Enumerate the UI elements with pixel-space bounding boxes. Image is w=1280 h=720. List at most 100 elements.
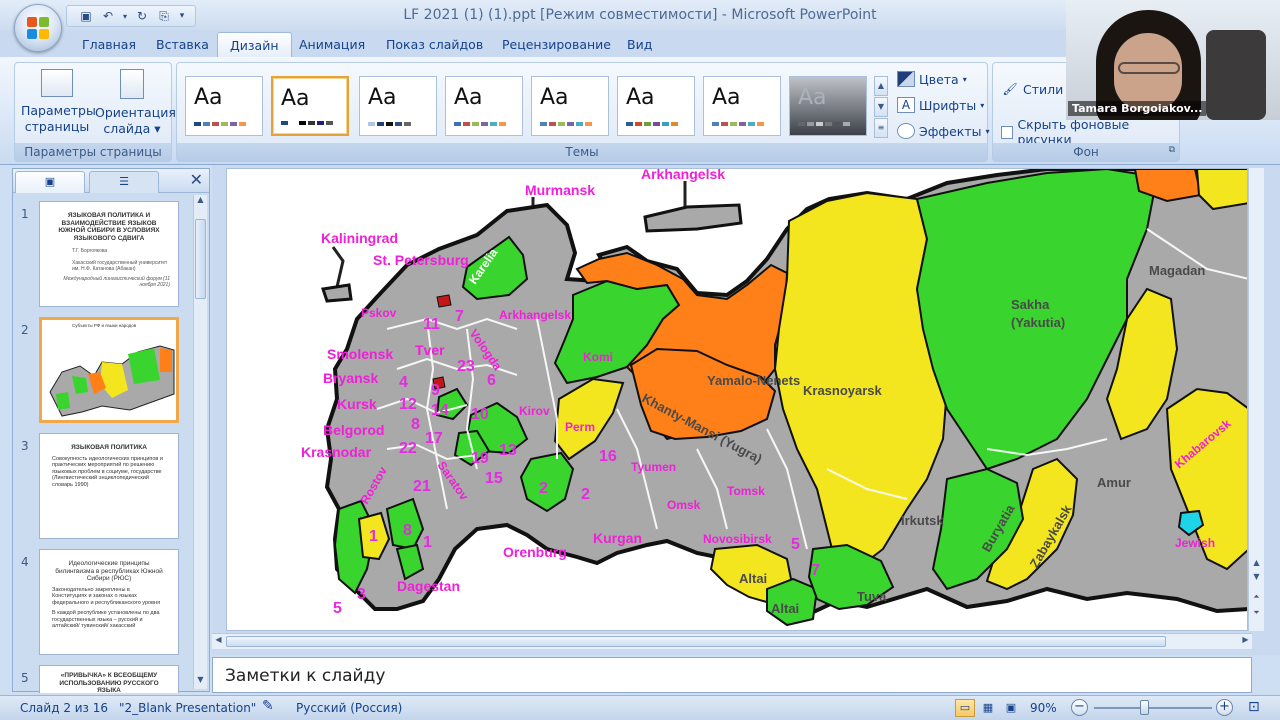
notes-placeholder[interactable]: Заметки к слайду [225, 666, 385, 686]
slide-thumbnail-3[interactable]: 3 ЯЗЫКОВАЯ ПОЛИТИКА Совокупность идеолог… [13, 433, 193, 543]
outline-tab[interactable]: ☰ [89, 171, 159, 193]
language-indicator[interactable]: Русский (Россия) [296, 701, 402, 715]
slide-thumbnail-4[interactable]: 4 Идеологические принципы билингвизма в … [13, 549, 193, 659]
checkbox-icon [1001, 125, 1014, 139]
zoom-in-icon[interactable]: + [1216, 699, 1233, 716]
region-number-5: 5 [791, 536, 800, 553]
background-group-label: Фон ⧉ [993, 143, 1179, 161]
region-number-8: 8 [403, 522, 412, 539]
theme-thumbnail-selected[interactable]: Aa [271, 76, 349, 136]
slide-canvas[interactable]: Murmansk Arkhangelsk Kaliningrad St. Peters… [226, 168, 1248, 631]
scroll-left-icon[interactable]: ◀ [212, 635, 225, 649]
fit-slide-icon[interactable]: ⊡ [1248, 699, 1260, 715]
panel-scrollbar[interactable]: ▲ ▼ [193, 195, 207, 689]
tab-view[interactable]: Вид [627, 37, 652, 52]
office-button[interactable] [14, 4, 62, 52]
belgorod-label: Belgorod [323, 422, 384, 438]
slideshow-view-icon[interactable]: ▣ [1001, 699, 1021, 717]
page-setup-button[interactable]: Параметры страницы [21, 69, 96, 135]
theme-thumbnail[interactable]: Aa [531, 76, 609, 136]
scroll-up-icon[interactable]: ▲ [194, 195, 207, 209]
next-slide-icon[interactable]: ⏷ [1250, 608, 1263, 622]
page-setup-icon [41, 69, 73, 97]
orientation-label-2: слайда ▾ [103, 121, 161, 136]
slides-tab[interactable]: ▣ [15, 171, 85, 193]
theme-fonts-button[interactable]: A Шрифты ▾ [897, 97, 984, 113]
theme-effects-button[interactable]: Эффекты ▾ [897, 123, 990, 139]
scroll-down-icon[interactable]: ▼ [1250, 572, 1263, 586]
region-number-19: 19 [471, 450, 489, 467]
bryansk-label: Bryansk [323, 370, 378, 386]
arkhangelsk_top-label: Arkhangelsk [641, 169, 725, 182]
tab-insert[interactable]: Вставка [156, 37, 209, 52]
theme-thumbnail-dark[interactable]: Aa [789, 76, 867, 136]
region-number-15: 15 [485, 470, 503, 487]
orientation-label-1: Ориентация [95, 105, 176, 120]
kursk-label: Kursk [337, 396, 377, 412]
effects-icon [897, 123, 915, 139]
arkhangelsk-label: Arkhangelsk [499, 308, 571, 322]
region-number-11: 11 [423, 316, 440, 333]
gallery-up-icon[interactable]: ▲ [874, 76, 888, 96]
slide-horizontal-scrollbar[interactable]: ◀ ▶ [212, 633, 1252, 649]
tab-design[interactable]: Дизайн [217, 32, 292, 59]
region-number-10: 10 [471, 406, 489, 423]
slide-number: 5 [21, 671, 29, 685]
slide-vertical-scrollbar[interactable]: ▲ ▼ ⏶ ⏷ [1248, 168, 1264, 631]
slide-editor: Murmansk Arkhangelsk Kaliningrad St. Peters… [212, 165, 1280, 655]
region-number-6: 6 [487, 372, 496, 389]
theme-thumbnail[interactable]: Aa [185, 76, 263, 136]
theme-thumbnail[interactable]: Aa [445, 76, 523, 136]
slide-thumbnail-1[interactable]: 1 ЯЗЫКОВАЯ ПОЛИТИКА И ВЗАИМОДЕЙСТВИЕ ЯЗЫ… [13, 201, 193, 311]
region-number-1: 1 [369, 528, 378, 545]
zoom-out-icon[interactable]: − [1071, 699, 1088, 716]
tver-label: Tver [415, 342, 445, 358]
altai2-label: Altai [771, 601, 799, 616]
region-number-22: 22 [399, 440, 417, 457]
tab-slideshow[interactable]: Показ слайдов [386, 37, 483, 52]
close-icon[interactable]: ✕ [190, 170, 203, 189]
slide-thumbnail-2[interactable]: 2 Субъекты РФ и языки народов [13, 317, 193, 427]
tab-review[interactable]: Рецензирование [502, 37, 611, 52]
scroll-up-icon[interactable]: ▲ [1250, 558, 1263, 572]
slide-orientation-button[interactable]: Ориентация слайда ▾ [95, 69, 176, 137]
background-styles-icon: 🖌 [1002, 82, 1018, 96]
notes-pane[interactable]: Заметки к слайду [212, 657, 1252, 693]
region-number-7: 7 [811, 562, 820, 579]
hscroll-thumb[interactable] [226, 636, 1166, 647]
scroll-right-icon[interactable]: ▶ [1239, 635, 1252, 649]
region-number-13: 13 [499, 442, 517, 459]
slide-thumbnail-5[interactable]: 5 «ПРИВЫЧКА» К ВСЕОБЩЕМУ ИСПОЛЬЗОВАНИЮ Р… [13, 665, 193, 693]
region-number-17: 17 [425, 430, 443, 447]
omsk-label: Omsk [667, 498, 701, 512]
spellcheck-icon[interactable]: ✎ [262, 698, 274, 714]
gallery-down-icon[interactable]: ▼ [874, 97, 888, 117]
previous-slide-icon[interactable]: ⏶ [1250, 592, 1263, 606]
amur-label: Amur [1097, 475, 1131, 490]
murmansk-label: Murmansk [525, 182, 595, 198]
theme-colors-button[interactable]: Цвета ▾ [897, 71, 967, 87]
theme-thumbnail[interactable]: Aa [703, 76, 781, 136]
thumb-body: Совокупность идеологических принципов и … [52, 455, 163, 488]
pskov-label: Pskov [361, 306, 397, 320]
tab-animation[interactable]: Анимация [299, 37, 365, 52]
themes-group-label: Темы [177, 143, 987, 161]
zoom-slider-knob[interactable] [1140, 700, 1149, 715]
normal-view-icon[interactable]: ▭ [955, 699, 975, 717]
theme-sample-text: Aa [194, 85, 223, 110]
spb-label: St. Petersburg [373, 252, 469, 268]
theme-sample-text: Aa [540, 85, 569, 110]
zoom-slider-track[interactable] [1094, 707, 1212, 709]
tab-home[interactable]: Главная [82, 37, 136, 52]
theme-thumbnail[interactable]: Aa [359, 76, 437, 136]
slide-counter: Слайд 2 из 16 [20, 701, 109, 715]
scroll-down-icon[interactable]: ▼ [194, 675, 207, 689]
scroll-thumb[interactable] [195, 219, 206, 299]
slide-sorter-icon[interactable]: ▦ [978, 699, 998, 717]
dialog-launcher-icon[interactable]: ⧉ [1169, 145, 1175, 155]
theme-sample-text: Aa [626, 85, 655, 110]
zoom-level[interactable]: 90% [1030, 701, 1057, 715]
theme-thumbnail[interactable]: Aa [617, 76, 695, 136]
page-setup-label-2: страницы [24, 119, 90, 134]
gallery-more-icon[interactable]: ≡ [874, 118, 888, 138]
